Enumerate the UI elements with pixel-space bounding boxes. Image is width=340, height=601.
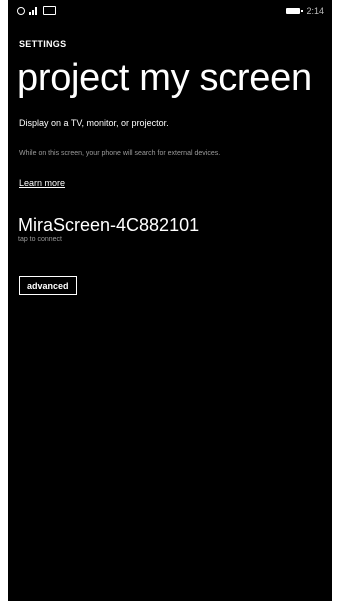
section-label: SETTINGS [19,39,67,49]
status-icons-left [17,6,56,15]
device-name: MiraScreen-4C882101 [18,215,200,235]
description-text: Display on a TV, monitor, or projector. [19,118,169,128]
signal-icon [29,6,39,15]
location-icon [17,6,25,15]
status-time: 2:14 [306,6,324,16]
message-icon [43,6,56,15]
device-subtitle: tap to connect [18,236,62,243]
page-title: project my screen [17,57,312,99]
status-icons-right: 2:14 [286,6,324,16]
phone-screen: 2:14 SETTINGS project my screen Display … [8,0,332,601]
device-list-item[interactable]: MiraScreen-4C882101 tap to connect [18,214,199,243]
learn-more-link[interactable]: Learn more [19,178,65,188]
battery-icon [286,8,304,14]
advanced-button[interactable]: advanced [19,276,77,295]
search-hint-text: While on this screen, your phone will se… [19,150,221,157]
status-bar: 2:14 [8,0,332,24]
